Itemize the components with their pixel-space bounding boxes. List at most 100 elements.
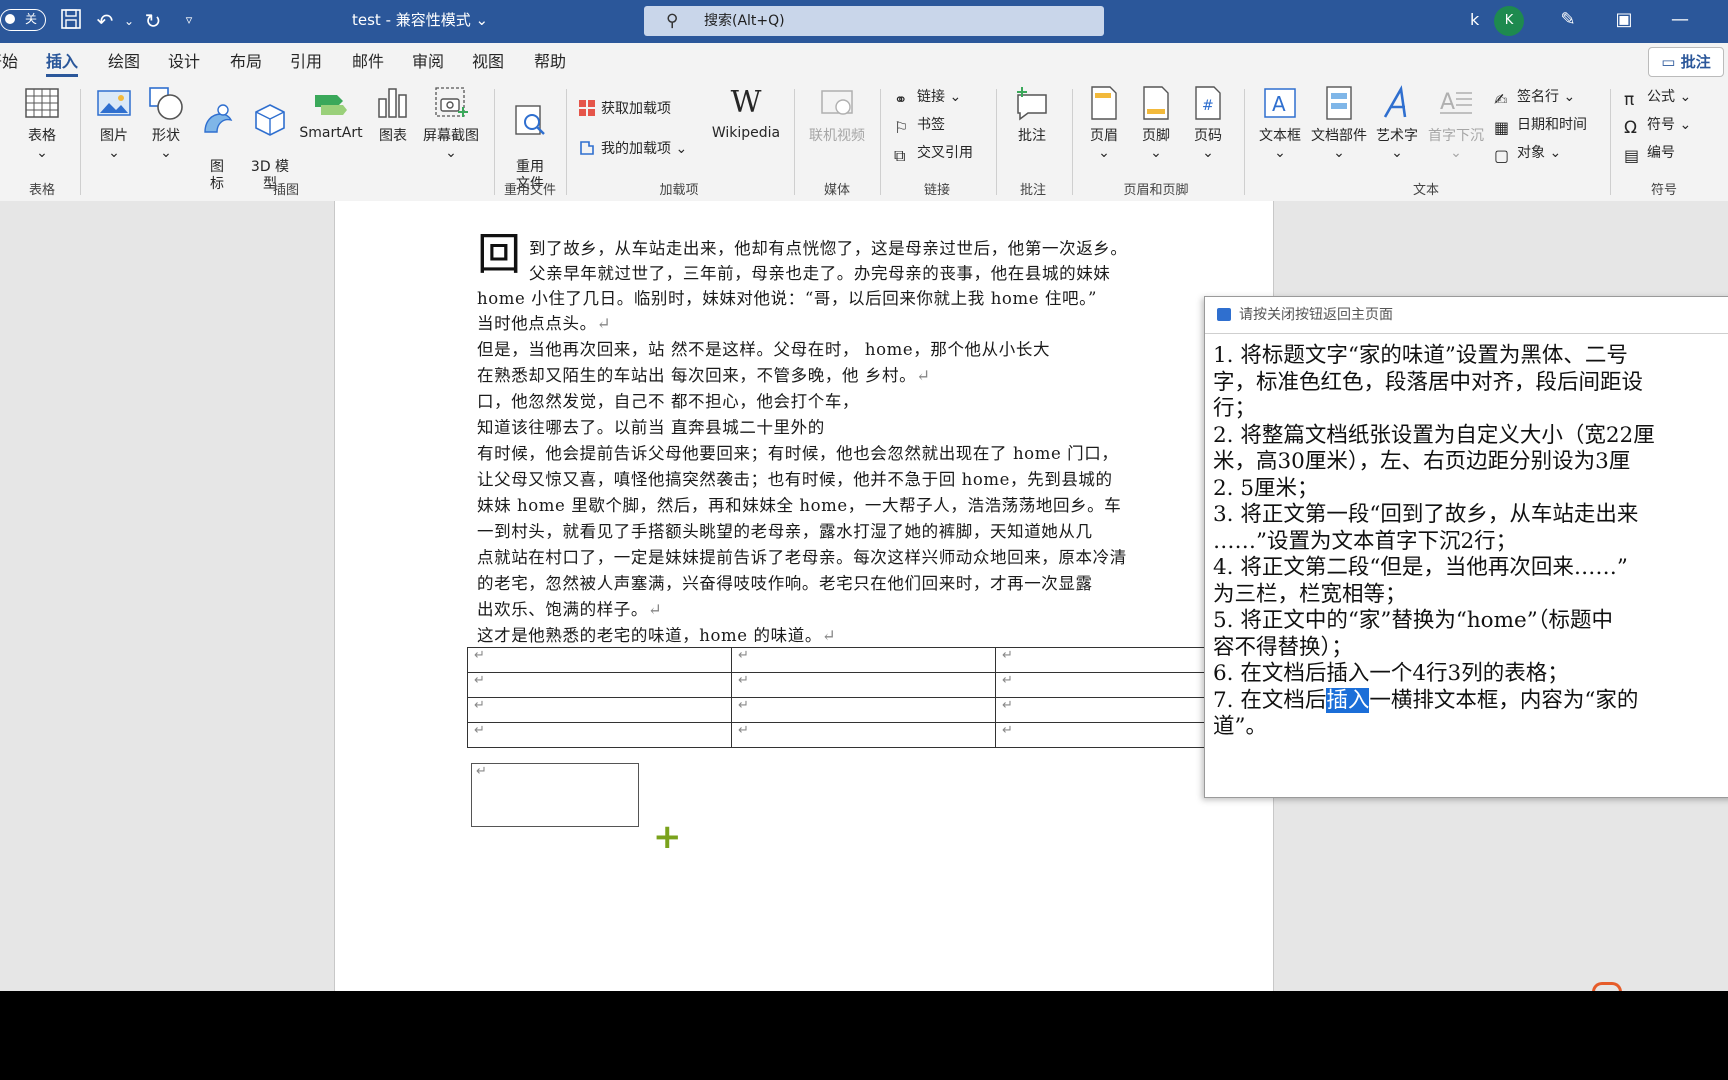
drop-cap-letter[interactable]: 回 bbox=[477, 233, 521, 277]
table-cell[interactable]: ↵ bbox=[731, 672, 996, 698]
table-button[interactable]: 表格 ⌄ bbox=[20, 85, 64, 161]
quick-parts-button[interactable]: 文档部件 ⌄ bbox=[1308, 85, 1370, 161]
body-line[interactable]: 的老宅，忽然被人声塞满，兴奋得吱吱作响。老宅只在他们回来时，才再一次显露 bbox=[477, 570, 1093, 594]
tab-home[interactable]: 开始 bbox=[0, 43, 18, 81]
body-line[interactable]: 妹妹 home 里歇个脚，然后，再和妹妹全 home，一大帮子人，浩浩荡荡地回乡… bbox=[477, 492, 1121, 516]
header-button[interactable]: 页眉 ⌄ bbox=[1084, 85, 1124, 161]
object-button[interactable]: ▢ 对象 ⌄ bbox=[1494, 141, 1561, 165]
autosave-toggle[interactable]: 关 bbox=[0, 9, 46, 31]
numbering-button[interactable]: ▤ 编号 bbox=[1624, 141, 1675, 165]
icons-button[interactable]: 图 标 bbox=[198, 85, 236, 193]
numbering-label: 编号 bbox=[1647, 145, 1675, 161]
object-icon: ▢ bbox=[1494, 146, 1510, 165]
pen-icon[interactable]: ✎ bbox=[1548, 0, 1588, 40]
separator bbox=[880, 89, 881, 195]
link-button[interactable]: ⚭ 链接 ⌄ bbox=[894, 85, 961, 109]
get-addins-button[interactable]: 获取加载项 bbox=[578, 97, 671, 121]
smartart-button[interactable]: SmartArt bbox=[298, 85, 364, 141]
wordart-button[interactable]: 艺术字 ⌄ bbox=[1372, 85, 1422, 161]
pi-icon: π bbox=[1624, 90, 1635, 110]
symbol-button[interactable]: Ω 符号 ⌄ bbox=[1624, 113, 1691, 138]
crosshair-cursor-icon: + bbox=[653, 817, 682, 857]
signature-line-button[interactable]: ✍ 签名行 ⌄ bbox=[1494, 85, 1575, 109]
tab-view[interactable]: 视图 bbox=[472, 43, 504, 81]
instruction-panel[interactable]: 请按关闭按钮返回主页面 1. 将标题文字“家的味道”设置为黑体、二号 字，标准色… bbox=[1204, 296, 1728, 798]
reuse-files-button[interactable]: 重用 文件 bbox=[508, 85, 552, 193]
document-page[interactable]: —— —— 回 到了故乡，从车站走出来，他却有点恍惚了，这是母亲过世后，他第一次… bbox=[334, 201, 1274, 991]
instruction-line: ……”设置为文本首字下沉2行； bbox=[1213, 528, 1518, 554]
table-cell[interactable]: ↵ bbox=[467, 697, 732, 723]
bookmark-button[interactable]: ⚐ 书签 bbox=[894, 113, 945, 137]
ribbon-display-icon[interactable]: ▣ bbox=[1604, 0, 1644, 40]
minimize-icon[interactable]: — bbox=[1660, 0, 1700, 40]
tab-layout[interactable]: 布局 bbox=[230, 43, 262, 81]
body-line[interactable]: 一到村头，就看见了手搭额头眺望的老母亲，露水打湿了她的裤脚，天知道她从几 bbox=[477, 518, 1093, 542]
instruction-panel-header[interactable]: 请按关闭按钮返回主页面 bbox=[1205, 297, 1728, 334]
new-comment-label: 批注 bbox=[1018, 128, 1046, 144]
body-line[interactable]: 当时他点点头。↵ bbox=[477, 310, 611, 334]
chart-button[interactable]: 图表 bbox=[374, 85, 412, 145]
table-cell[interactable]: ↵ bbox=[467, 672, 732, 698]
body-line[interactable]: 到了故乡，从车站走出来，他却有点恍惚了，这是母亲过世后，他第一次返乡。 bbox=[529, 235, 1128, 259]
comments-button[interactable]: ▭ 批注 bbox=[1648, 47, 1724, 77]
shapes-button[interactable]: 形状 ⌄ bbox=[146, 85, 186, 161]
body-line[interactable]: 点就站在村口了，一定是妹妹提前告诉了老母亲。每次这样兴师动众地回来，原本冷清 bbox=[477, 544, 1127, 568]
body-line[interactable]: home 小住了几日。临别时，妹妹对他说：“哥，以后回来你就上我 home 住吧… bbox=[477, 285, 1097, 309]
chart-icon bbox=[378, 88, 407, 118]
tab-insert[interactable]: 插入 bbox=[46, 43, 79, 81]
search-input[interactable]: ⚲ 搜索(Alt+Q) bbox=[644, 6, 1104, 36]
drop-cap-button[interactable]: A 首字下沉 ⌄ bbox=[1424, 85, 1488, 161]
wikipedia-icon: W bbox=[730, 85, 762, 120]
body-line[interactable]: 有时候，他会提前告诉父母他要回来；有时候，他也会忽然就出现在了 home 门口， bbox=[477, 440, 1118, 464]
tab-review[interactable]: 审阅 bbox=[412, 43, 444, 81]
save-icon[interactable] bbox=[58, 8, 84, 34]
icons-icon bbox=[204, 104, 233, 133]
tab-references[interactable]: 引用 bbox=[290, 43, 322, 81]
table-cell[interactable]: ↵ bbox=[731, 722, 996, 748]
table-row: ↵ ↵ ↵ bbox=[467, 647, 1260, 673]
tab-design[interactable]: 设计 bbox=[168, 43, 200, 81]
picture-button[interactable]: 图片 ⌄ bbox=[94, 85, 134, 161]
date-time-button[interactable]: ▦ 日期和时间 bbox=[1494, 113, 1587, 137]
online-video-button[interactable]: 联机视频 bbox=[804, 85, 870, 145]
screenshot-button[interactable]: 屏幕截图 ⌄ bbox=[418, 85, 484, 161]
table-cell[interactable]: ↵ bbox=[731, 647, 996, 673]
customize-qat-icon[interactable]: ▿ bbox=[176, 8, 202, 34]
omega-icon: Ω bbox=[1624, 118, 1637, 138]
new-comment-button[interactable]: 批注 bbox=[1010, 85, 1054, 145]
footer-button[interactable]: 页脚 ⌄ bbox=[1136, 85, 1176, 161]
cross-reference-button[interactable]: ⧉ 交叉引用 bbox=[894, 141, 973, 165]
table-cell[interactable]: ↵ bbox=[467, 647, 732, 673]
instruction-line: 6. 在文档后插入一个4行3列的表格； bbox=[1213, 661, 1569, 686]
redo-icon[interactable]: ↻ bbox=[140, 8, 166, 34]
body-line[interactable]: 知道该往哪去了。以前当 直奔县城二十里外的 bbox=[477, 414, 825, 438]
undo-icon[interactable]: ↶ bbox=[92, 8, 118, 34]
wikipedia-button[interactable]: W Wikipedia bbox=[708, 85, 784, 141]
body-line[interactable]: 但是，当他再次回来，站 然不是这样。父母在时， home，那个他从小长大 bbox=[477, 336, 1050, 360]
undo-dropdown-icon[interactable]: ⌄ bbox=[116, 8, 142, 34]
textbox-button[interactable]: A 文本框 ⌄ bbox=[1256, 85, 1304, 161]
equation-button[interactable]: π 公式 ⌄ bbox=[1624, 85, 1691, 110]
page-number-button[interactable]: # 页码 ⌄ bbox=[1188, 85, 1228, 161]
body-line[interactable]: 让父母又惊又喜，嗔怪他搞突然袭击；也有时候，他并不急于回 home，先到县城的 bbox=[477, 466, 1113, 490]
selected-text[interactable]: 插入 bbox=[1326, 687, 1370, 713]
body-line[interactable]: 父亲早年就过世了，三年前，母亲也走了。办完母亲的丧事，他在县城的妹妹 bbox=[529, 260, 1110, 284]
my-addins-button[interactable]: 我的加载项 ⌄ bbox=[578, 137, 687, 161]
inserted-table[interactable]: ↵ ↵ ↵ ↵ ↵ ↵ ↵ ↵ ↵ ↵ ↵ ↵ bbox=[467, 647, 1260, 748]
body-line[interactable]: 在熟悉却又陌生的车站出 每次回来，不管多晚，他 乡村。↵ bbox=[477, 362, 931, 386]
tab-mailings[interactable]: 邮件 bbox=[352, 43, 384, 81]
table-cell[interactable]: ↵ bbox=[731, 697, 996, 723]
body-line[interactable]: 这才是他熟悉的老宅的味道，home 的味道。↵ bbox=[477, 622, 836, 646]
tab-draw[interactable]: 绘图 bbox=[108, 43, 140, 81]
table-cell[interactable]: ↵ bbox=[467, 722, 732, 748]
body-line[interactable]: 口，他忽然发觉，自己不 都不担心，他会打个车， bbox=[477, 388, 859, 412]
paragraph-mark: ↵ bbox=[916, 366, 931, 385]
body-line[interactable]: 出欢乐、饱满的样子。↵ bbox=[477, 596, 662, 620]
tab-help[interactable]: 帮助 bbox=[534, 43, 566, 81]
textbox-label: 文本框 bbox=[1259, 128, 1301, 144]
document-title[interactable]: test - 兼容性模式 ⌄ bbox=[352, 0, 488, 40]
text-box[interactable]: ↵ bbox=[471, 763, 639, 827]
avatar[interactable]: K bbox=[1494, 6, 1524, 36]
group-reuse: 重用文件 bbox=[503, 183, 556, 198]
3d-models-button[interactable]: 3D 模 型 bbox=[248, 85, 292, 193]
